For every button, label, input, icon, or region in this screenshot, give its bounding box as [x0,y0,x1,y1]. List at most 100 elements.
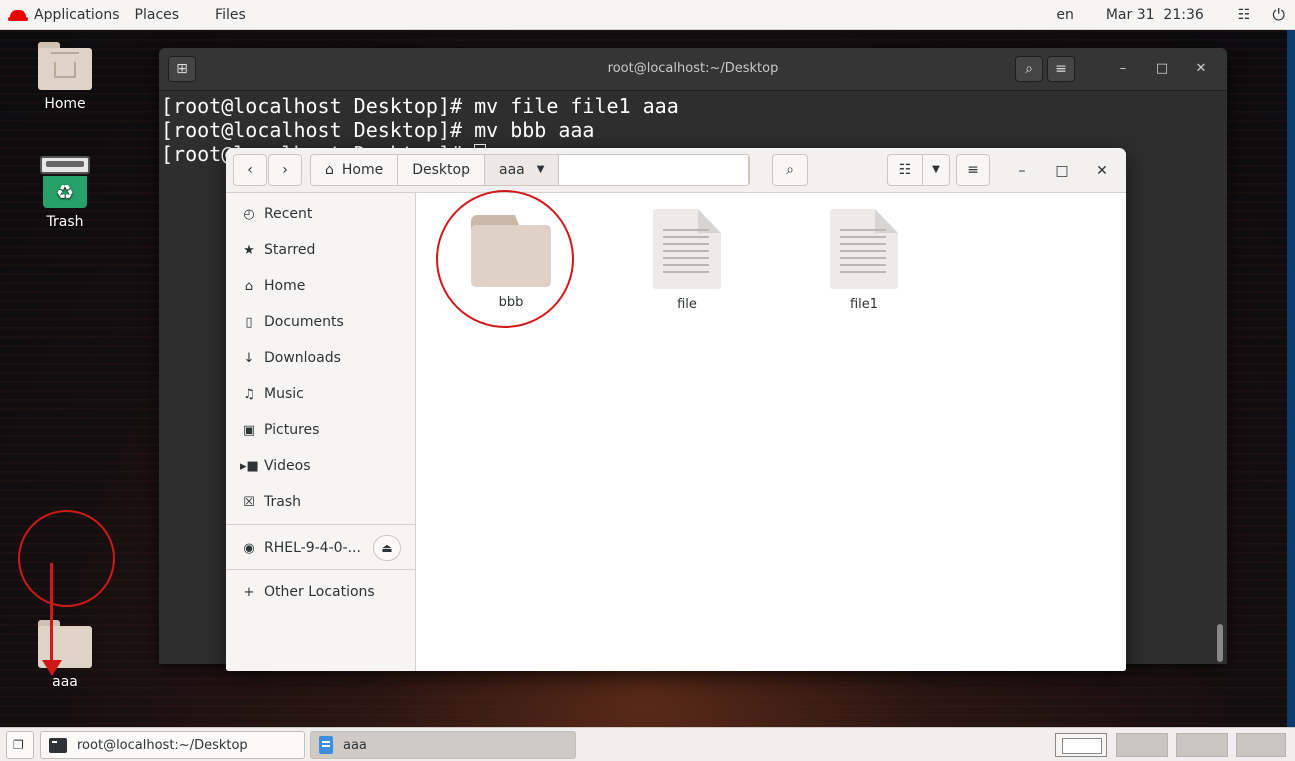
sidebar-item-home[interactable]: ⌂ Home [226,271,416,301]
sidebar-item-music[interactable]: ♫ Music [226,379,416,409]
view-options-button[interactable]: ▼ [922,154,950,186]
taskbar: ❐ root@localhost:~/Desktop aaa [0,727,1295,761]
sidebar-separator [226,569,416,570]
sidebar-item-documents[interactable]: ▯ Documents [226,307,416,337]
breadcrumb: ⌂ Home Desktop aaa ▼ [310,154,751,186]
sidebar-item-label: Other Locations [264,584,375,600]
desktop-icon-trash[interactable]: ♻ Trash [20,156,110,230]
home-folder-icon [38,42,92,90]
view-list-button[interactable]: ☷ [887,154,923,186]
close-button[interactable]: ✕ [1089,158,1115,184]
file-item-file1[interactable]: file1 [809,209,919,312]
terminal-scrollbar[interactable] [1217,624,1223,662]
sidebar-item-pictures[interactable]: ▣ Pictures [226,415,416,445]
sidebar-item-starred[interactable]: ★ Starred [226,235,416,265]
sidebar-item-label: Starred [264,242,316,258]
document-icon: ▯ [245,314,253,330]
desktop-icon-label: Home [44,96,86,112]
sidebar-item-label: Documents [264,314,344,330]
task-label: root@localhost:~/Desktop [77,737,248,753]
search-button[interactable]: ⌕ [1015,56,1043,82]
trash-icon: ☒ [243,494,255,510]
breadcrumb-empty [559,155,750,185]
annotation-arrow [50,563,53,663]
sidebar-item-label: Home [264,278,306,294]
desktop-icon-home[interactable]: Home [20,42,110,112]
minimize-button[interactable]: – [1009,158,1035,184]
download-icon: ↓ [243,350,255,366]
maximize-button[interactable]: □ [1149,56,1175,82]
desktop-icon-label: Trash [46,214,84,230]
chevron-down-icon: ▼ [536,164,545,175]
camera-icon: ▣ [242,422,256,438]
terminal-line: [root@localhost Desktop]# mv bbb aaa [161,118,595,142]
breadcrumb-label: aaa [498,162,525,178]
file-item-label: file [677,297,697,312]
search-button[interactable]: ⌕ [772,154,808,186]
power-icon[interactable]: ⏻ [1272,5,1285,25]
sidebar-separator [226,524,416,525]
file-manager-header[interactable]: ‹ › ⌂ Home Desktop aaa ▼ ⌕ ☷ ▼ ≡ – □ ✕ [226,148,1126,193]
task-terminal[interactable]: root@localhost:~/Desktop [40,731,305,759]
disc-icon: ◉ [243,540,255,556]
applications-menu[interactable]: Applications [34,7,120,23]
clock-icon: ◴ [243,206,255,222]
annotation-circle-drop [18,510,115,607]
terminal-header[interactable]: ⊞ root@localhost:~/Desktop ⌕ ≡ – □ ✕ [159,48,1227,91]
star-icon: ★ [243,242,255,258]
show-desktop-button[interactable]: ❐ [6,731,34,759]
breadcrumb-label: Home [341,162,384,178]
sidebar-item-trash[interactable]: ☒ Trash [226,487,416,517]
sidebar-item-label: Music [264,386,304,402]
document-icon [653,209,721,289]
minimize-button[interactable]: – [1110,56,1136,82]
sidebar-item-label: Trash [264,494,301,510]
forward-button[interactable]: › [268,154,302,186]
workspace-2[interactable] [1116,733,1168,757]
sidebar-item-label: Downloads [264,350,341,366]
network-icon[interactable]: ☷ [1238,7,1251,23]
file-manager-icon [319,736,333,754]
sidebar-item-videos[interactable]: ▸■ Videos [226,451,416,481]
sidebar-item-recent[interactable]: ◴ Recent [226,199,416,229]
home-icon: ⌂ [325,162,334,178]
breadcrumb-desktop[interactable]: Desktop [398,155,485,185]
maximize-button[interactable]: □ [1049,158,1075,184]
sidebar-item-label: RHEL-9-4-0-... [264,540,361,556]
sidebar-item-downloads[interactable]: ↓ Downloads [226,343,416,373]
back-button[interactable]: ‹ [233,154,267,186]
sidebar-item-label: Pictures [264,422,320,438]
clock[interactable]: Mar 31 21:36 [1106,7,1204,23]
menu-button[interactable]: ≡ [956,154,990,186]
files-menu[interactable]: Files [215,7,246,23]
breadcrumb-home[interactable]: ⌂ Home [311,155,399,185]
menu-button[interactable]: ≡ [1047,56,1075,82]
file-manager-window[interactable]: ‹ › ⌂ Home Desktop aaa ▼ ⌕ ☷ ▼ ≡ – □ ✕ ◴ Re… [226,148,1126,671]
sidebar: ◴ Recent ★ Starred ⌂ Home ▯ Documents ↓ Downl… [226,193,416,671]
task-label: aaa [343,737,367,753]
workspace-4[interactable] [1236,733,1286,757]
screen-edge [1287,30,1295,727]
close-button[interactable]: ✕ [1188,56,1214,82]
trash-icon: ♻ [40,156,90,208]
breadcrumb-aaa[interactable]: aaa ▼ [484,155,560,185]
places-menu[interactable]: Places [135,7,180,23]
video-icon: ▸■ [240,458,259,474]
terminal-icon [49,737,67,753]
home-icon: ⌂ [244,278,254,294]
task-file-manager[interactable]: aaa [310,731,576,759]
redhat-logo-icon [8,7,30,23]
sidebar-item-other-locations[interactable]: + Other Locations [226,577,416,607]
music-icon: ♫ [243,386,255,402]
sidebar-item-label: Recent [264,206,313,222]
terminal-line: [root@localhost Desktop]# mv file file1 … [161,94,679,118]
plus-icon: + [243,584,255,600]
eject-button[interactable]: ⏏ [373,535,401,561]
desktop-icon-label: aaa [52,674,78,690]
annotation-circle-bbb [436,190,574,328]
workspace-3[interactable] [1176,733,1228,757]
file-item-file[interactable]: file [632,209,742,312]
language-indicator[interactable]: en [1056,7,1074,23]
workspace-1[interactable] [1055,733,1107,757]
desktop-icon-aaa[interactable]: aaa [20,620,110,690]
